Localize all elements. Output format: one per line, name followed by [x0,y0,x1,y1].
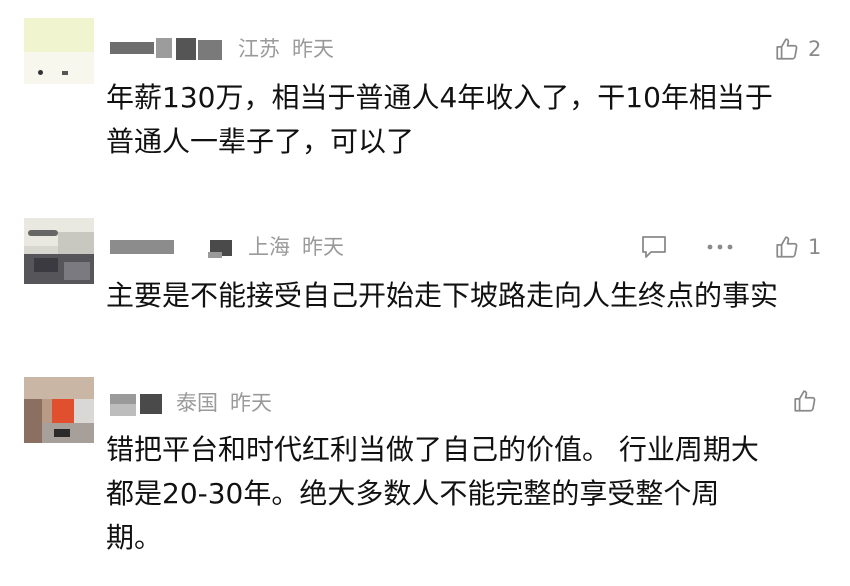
comment-actions: 2 [774,34,821,64]
location-label: 泰国 [176,391,218,415]
thumbs-up-icon[interactable] [774,234,800,260]
avatar[interactable] [24,18,94,84]
avatar[interactable] [24,377,94,443]
avatar[interactable] [24,218,94,284]
comment-meta: 江苏 昨天 [110,34,334,64]
comment-text: 错把平台和时代红利当做了自己的价值。 行业周期大 都是20-30年。绝大多数人不… [106,433,759,554]
location-label: 江苏 [238,37,280,61]
comment-text: 主要是不能接受自己开始走下坡路走向人生终点的事实 [106,279,779,312]
timestamp: 昨天 [302,235,344,259]
comment-meta: 上海 昨天 [110,232,344,262]
location-label: 上海 [248,235,290,259]
username-redacted[interactable] [110,36,228,62]
comment-bubble-icon[interactable] [640,234,668,260]
thumbs-up-icon[interactable] [774,36,800,62]
username-redacted[interactable] [110,390,166,416]
comment-text: 年薪130万，相当于普通人4年收入了，干10年相当于 普通人一辈子了，可以了 [106,81,773,158]
more-dots-icon[interactable] [706,243,734,251]
comment-actions [792,386,826,416]
like-count: 2 [808,37,822,61]
like-count: 1 [808,235,822,259]
comment-list: 江苏 昨天 2 年薪130万，相当于普通人4年收入了，干10年相当于 普通人一辈… [0,0,850,586]
timestamp: 昨天 [292,37,334,61]
comment-actions: 1 [640,232,821,262]
thumbs-up-icon[interactable] [792,388,818,414]
username-redacted[interactable] [110,234,238,260]
timestamp: 昨天 [230,391,272,415]
comment-meta: 泰国 昨天 [110,388,272,418]
